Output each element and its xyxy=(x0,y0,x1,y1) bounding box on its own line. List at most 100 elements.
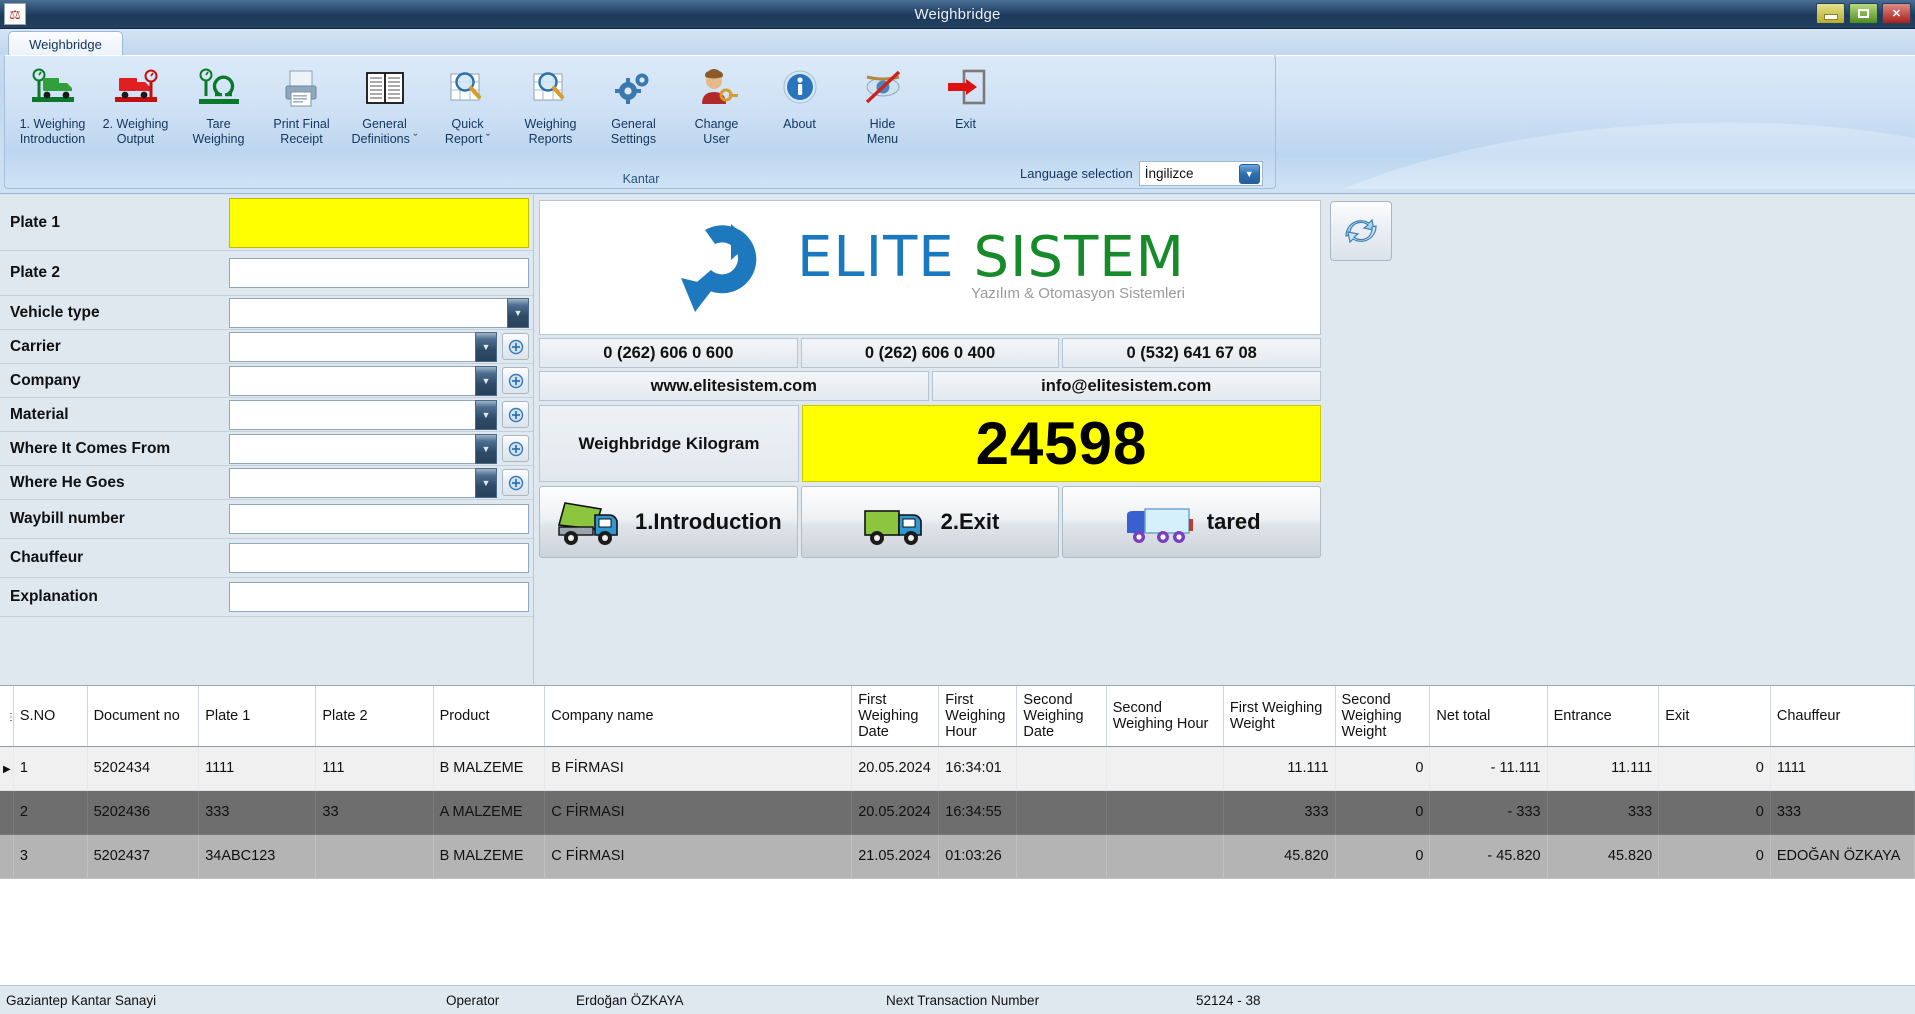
ribbon-button-quick-report[interactable]: Quick Report ˇ xyxy=(426,60,509,156)
ribbon-band: Weighbridge xyxy=(0,29,1915,194)
vehicle-type-input[interactable] xyxy=(229,298,508,328)
ribbon-items: 1. Weighing Introduction xyxy=(11,60,1007,156)
ribbon-button-general-settings[interactable]: General Settings xyxy=(592,60,675,156)
col-sno[interactable]: S.NO xyxy=(13,686,87,746)
form-row-chauffeur: Chauffeur xyxy=(0,539,533,578)
gears-icon xyxy=(612,66,656,112)
weighing-records-grid[interactable]: ⋮ S.NO Document no Plate 1 Plate 2 Produ… xyxy=(0,685,1915,985)
col-document-no[interactable]: Document no xyxy=(87,686,199,746)
printer-icon xyxy=(280,66,324,112)
table-row[interactable]: 2 5202436 333 33 A MALZEME C FİRMASI 20.… xyxy=(0,790,1915,834)
chevron-down-icon[interactable]: ▼ xyxy=(475,434,497,464)
add-origin-button[interactable] xyxy=(502,435,529,462)
chevron-down-icon[interactable]: ▼ xyxy=(475,332,497,362)
chevron-down-icon[interactable]: ▼ xyxy=(475,366,497,396)
refresh-button[interactable] xyxy=(1330,201,1392,261)
col-chauffeur[interactable]: Chauffeur xyxy=(1770,686,1914,746)
cell-plate2: 33 xyxy=(316,790,433,834)
cell-sno: 3 xyxy=(13,834,87,878)
tared-button[interactable]: tared xyxy=(1062,486,1321,558)
cell-company-name: C FİRMASI xyxy=(545,834,852,878)
ribbon-panel: 1. Weighing Introduction xyxy=(4,55,1276,189)
form-label-chauffeur: Chauffeur xyxy=(0,539,229,577)
ribbon-button-change-user[interactable]: Change User xyxy=(675,60,758,156)
cell-plate2 xyxy=(316,834,433,878)
origin-input[interactable] xyxy=(229,434,476,464)
add-carrier-button[interactable] xyxy=(502,333,529,360)
cell-chauffeur: 1111 xyxy=(1770,746,1914,790)
col-company-name[interactable]: Company name xyxy=(545,686,852,746)
form-row-explanation: Explanation xyxy=(0,578,533,617)
form-row-destination: Where He Goes ▼ xyxy=(0,466,533,500)
table-row[interactable]: 3 5202437 34ABC123 B MALZEME C FİRMASI 2… xyxy=(0,834,1915,878)
tare-scale-icon xyxy=(196,66,242,112)
minimize-button[interactable] xyxy=(1816,3,1845,24)
col-second-weighing-weight[interactable]: Second Weighing Weight xyxy=(1335,686,1430,746)
grip-icon: ⋮ xyxy=(6,712,16,723)
waybill-input[interactable] xyxy=(229,504,529,534)
col-first-weighing-weight[interactable]: First Weighing Weight xyxy=(1223,686,1335,746)
cell-exit: 0 xyxy=(1659,746,1771,790)
col-second-weighing-hour[interactable]: Second Weighing Hour xyxy=(1106,686,1223,746)
ribbon-button-about[interactable]: About xyxy=(758,60,841,156)
company-logo: ELITE SISTEM Yazılım & Otomasyon Sisteml… xyxy=(539,200,1321,335)
chauffeur-input[interactable] xyxy=(229,543,529,573)
col-first-weighing-hour[interactable]: First Weighing Hour xyxy=(939,686,1017,746)
add-destination-button[interactable] xyxy=(502,469,529,496)
col-plate1[interactable]: Plate 1 xyxy=(199,686,316,746)
chevron-down-icon[interactable]: ▼ xyxy=(507,298,529,328)
col-product[interactable]: Product xyxy=(433,686,545,746)
col-plate2[interactable]: Plate 2 xyxy=(316,686,433,746)
cell-second-weighing-weight: 0 xyxy=(1335,790,1430,834)
form-row-material: Material ▼ xyxy=(0,398,533,432)
info-icon xyxy=(778,66,822,112)
col-first-weighing-date[interactable]: First Weighing Date xyxy=(852,686,939,746)
ribbon-button-weighing-output[interactable]: 2. Weighing Output xyxy=(94,60,177,156)
cell-second-weighing-date xyxy=(1017,834,1106,878)
ribbon-button-print-final-receipt[interactable]: Print Final Receipt xyxy=(260,60,343,156)
col-net-total[interactable]: Net total xyxy=(1430,686,1547,746)
cell-first-weighing-weight: 45.820 xyxy=(1223,834,1335,878)
ribbon-button-exit[interactable]: Exit xyxy=(924,60,1007,156)
plate2-input[interactable] xyxy=(229,258,529,288)
col-exit[interactable]: Exit xyxy=(1659,686,1771,746)
explanation-input[interactable] xyxy=(229,582,529,612)
col-second-weighing-date[interactable]: Second Weighing Date xyxy=(1017,686,1106,746)
chevron-down-icon[interactable]: ▼ xyxy=(475,468,497,498)
cell-first-weighing-date: 21.05.2024 xyxy=(852,834,939,878)
refresh-icon xyxy=(1342,213,1380,249)
recycle-arrow-logo-icon xyxy=(675,212,795,324)
plate1-input[interactable] xyxy=(229,198,529,248)
ribbon-button-weighing-introduction[interactable]: 1. Weighing Introduction xyxy=(11,60,94,156)
website-link[interactable]: www.elitesistem.com xyxy=(539,371,929,401)
close-button[interactable]: ✕ xyxy=(1882,3,1911,24)
tab-weighbridge[interactable]: Weighbridge xyxy=(8,31,123,57)
email-link[interactable]: info@elitesistem.com xyxy=(932,371,1322,401)
maximize-button[interactable] xyxy=(1849,3,1878,24)
ribbon-button-general-definitions[interactable]: General Definitions ˇ xyxy=(343,60,426,156)
weight-display-row: Weighbridge Kilogram 24598 xyxy=(539,405,1321,482)
add-company-button[interactable] xyxy=(502,367,529,394)
material-input[interactable] xyxy=(229,400,476,430)
ribbon-button-hide-menu[interactable]: Hide Menu xyxy=(841,60,924,156)
ribbon-label-line2: Report ˇ xyxy=(445,132,490,146)
window-titlebar: ⚖ Weighbridge ✕ xyxy=(0,0,1915,29)
company-input[interactable] xyxy=(229,366,476,396)
destination-input[interactable] xyxy=(229,468,476,498)
ribbon-button-weighing-reports[interactable]: Weighing Reports xyxy=(509,60,592,156)
cell-second-weighing-hour xyxy=(1106,746,1223,790)
weight-value: 24598 xyxy=(802,405,1321,482)
green-truck-scale-icon xyxy=(30,66,76,112)
tared-button-label: tared xyxy=(1207,509,1261,535)
carrier-input[interactable] xyxy=(229,332,476,362)
introduction-button[interactable]: 1.Introduction xyxy=(539,486,798,558)
ribbon-button-tare-weighing[interactable]: Tare Weighing xyxy=(177,60,260,156)
exit-button[interactable]: 2.Exit xyxy=(801,486,1060,558)
window-title: Weighbridge xyxy=(0,6,1915,23)
cell-first-weighing-hour: 01:03:26 xyxy=(939,834,1017,878)
table-row[interactable]: ▶ 1 5202434 1111 111 B MALZEME B FİRMASI… xyxy=(0,746,1915,790)
add-material-button[interactable] xyxy=(502,401,529,428)
ribbon-label-line2: Receipt xyxy=(280,132,322,146)
col-entrance[interactable]: Entrance xyxy=(1547,686,1659,746)
chevron-down-icon[interactable]: ▼ xyxy=(475,400,497,430)
